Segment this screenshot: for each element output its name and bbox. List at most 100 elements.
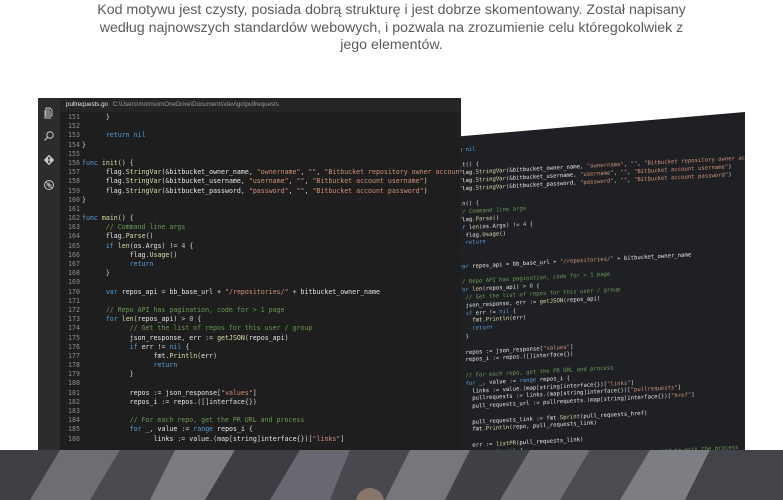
code-line: 167 return [60, 260, 461, 269]
code-line: 180 [60, 379, 461, 388]
code-text: flag.Parse() [105, 232, 154, 241]
code-line: 163 // Command line args [60, 223, 461, 232]
line-number: 151 [68, 113, 80, 121]
code-line: 165 if len(os.Args) != 4 { [60, 242, 461, 251]
hero-section: Kod motywu jest czysty, posiada dobrą st… [0, 0, 783, 500]
code-text: return [153, 361, 178, 370]
line-number: 177 [68, 351, 80, 360]
code-text: // Get the list of repos for this user /… [129, 324, 313, 333]
code-text: func main() { [82, 214, 134, 223]
line-number: 185 [68, 425, 80, 434]
code-line: 186 links := value.(map[string]interface… [60, 435, 461, 444]
git-icon[interactable] [43, 153, 55, 166]
code-line: 162 func main() { [60, 214, 461, 223]
line-number: 170 [68, 287, 80, 296]
code-text: } [129, 370, 134, 379]
intro-line-3: jego elementów. [340, 37, 443, 53]
line-number: 186 [68, 434, 80, 443]
line-number: 182 [68, 397, 80, 406]
files-icon[interactable] [43, 106, 55, 119]
code-line: 152 [60, 122, 461, 131]
line-number: 180 [68, 379, 80, 388]
line-number: 184 [68, 416, 80, 425]
code-line: 155 [60, 150, 461, 159]
code-editor-screenshot: pullrequests.go C:\Users\morrison\OneDri… [38, 98, 461, 450]
code-line: 176 if err != nil { [60, 343, 461, 352]
code-line: 183 [60, 407, 461, 416]
code-line: 174 // Get the list of repos for this us… [60, 324, 461, 333]
code-text: // Command line args [105, 223, 186, 232]
code-line: 166 flag.Usage() [60, 251, 461, 260]
line-number: 165 [68, 241, 80, 250]
code-line: 179 } [60, 370, 461, 379]
code-line: 153 return nil [60, 131, 461, 140]
code-line: 156 func init() { [60, 159, 461, 168]
code-text: func init() { [82, 158, 134, 167]
line-number: 176 [68, 342, 80, 351]
line-number: 178 [68, 361, 80, 370]
line-number: 181 [68, 388, 80, 397]
code-text: flag.StringVar(&bitbucket_username, "use… [105, 177, 428, 186]
line-number: 183 [68, 407, 80, 415]
code-line: 182 repos_i := repos.([]interface{}) [60, 398, 461, 407]
code-text: if err != nil { [129, 342, 190, 351]
code-text: } [82, 140, 86, 149]
code-text: links := value.(map[string]interface{})[… [153, 434, 345, 443]
line-number: 171 [68, 296, 80, 305]
perspective-editor-screenshot: ure nilinit() { flag.StringVar(&bitbucke… [440, 112, 745, 457]
perspective-code-lines: ure nilinit() { flag.StringVar(&bitbucke… [452, 132, 745, 457]
code-line: 175 json_response, err := getJSON(repos_… [60, 334, 461, 343]
code-text: repos := json_response["values"] [129, 388, 257, 397]
activity-bar [38, 98, 60, 450]
code-area[interactable]: 151 } 152 153 return nil 154} 155 156 func ini… [60, 113, 461, 444]
code-text: var repos_api = bb_base_url + "/reposito… [105, 287, 380, 296]
code-line: 160} [60, 196, 461, 205]
code-text: fmt.Println(err) [153, 351, 218, 360]
line-number: 167 [68, 260, 80, 268]
code-line: 172 // Repo API has pagination, code for… [60, 306, 461, 315]
code-text: json_response, err := getJSON(repos_api) [129, 333, 289, 342]
code-text: repos_i := repos.([]interface{}) [129, 397, 257, 406]
line-number: 179 [68, 370, 80, 379]
code-line: 185 for _, value := range repos_i { [60, 425, 461, 434]
code-text: return nil [105, 131, 146, 140]
code-line: 161 [60, 205, 461, 214]
code-text: } [105, 113, 110, 121]
line-number: 166 [68, 250, 80, 259]
line-number: 155 [68, 149, 80, 158]
code-text: // Repo API has pagination, code for > 1… [105, 305, 285, 314]
code-text: for len(repos_api) > 0 { [105, 315, 202, 324]
line-number: 156 [68, 158, 80, 167]
tab-file-path: C:\Users\morrison\OneDrive\Documents\dev… [112, 101, 279, 108]
line-number: 157 [68, 168, 80, 177]
code-line: 151 } [60, 113, 461, 122]
code-line: 177 fmt.Println(err) [60, 352, 461, 361]
line-number: 152 [68, 122, 80, 131]
intro-line-1: Kod motywu jest czysty, posiada dobrą st… [97, 2, 686, 18]
line-number: 168 [68, 269, 80, 278]
line-number: 158 [68, 177, 80, 186]
code-line: 157 flag.StringVar(&bitbucket_owner_name… [60, 168, 461, 177]
code-text: flag.Usage() [129, 250, 178, 259]
geometric-pattern [0, 450, 783, 500]
editor-tab[interactable]: pullrequests.go C:\Users\morrison\OneDri… [60, 98, 461, 112]
debug-icon[interactable] [43, 178, 55, 190]
line-number: 164 [68, 232, 80, 241]
line-number: 159 [68, 186, 80, 195]
code-line: 170 var repos_api = bb_base_url + "/repo… [60, 288, 461, 297]
line-number: 169 [68, 278, 80, 287]
line-number: 163 [68, 223, 80, 232]
tab-file-name: pullrequests.go [66, 101, 108, 108]
intro-paragraph: Kod motywu jest czysty, posiada dobrą st… [90, 2, 693, 55]
code-line: 164 flag.Parse() [60, 232, 461, 241]
line-number: 153 [68, 131, 80, 140]
line-number: 174 [68, 324, 80, 333]
search-icon[interactable] [43, 129, 55, 141]
code-line: 178 return [60, 361, 461, 370]
code-line: 171 [60, 297, 461, 306]
code-text: return [129, 260, 154, 268]
code-line: 169 [60, 278, 461, 287]
line-number: 173 [68, 315, 80, 324]
line-number: 175 [68, 333, 80, 342]
code-line: 184 // For each repo, get the PR URL and… [60, 416, 461, 425]
